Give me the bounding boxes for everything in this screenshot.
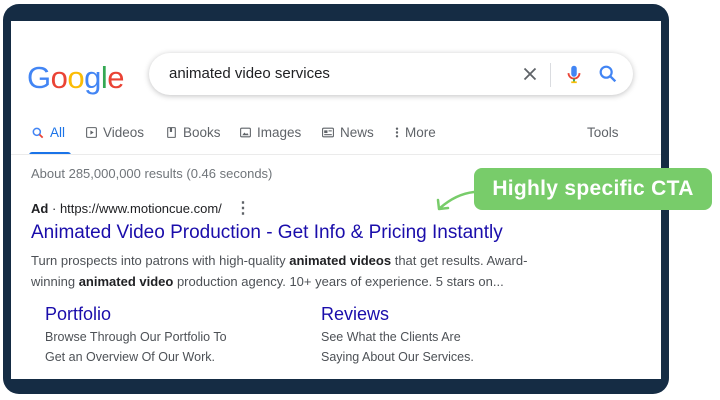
tab-tools[interactable]: Tools bbox=[587, 125, 619, 140]
ad-header: Ad · https://www.motioncue.com/ bbox=[31, 201, 222, 216]
tabs-divider bbox=[11, 154, 661, 155]
play-icon bbox=[86, 127, 97, 138]
sitelink-desc-line: Browse Through Our Portfolio To bbox=[45, 330, 227, 344]
tab-books[interactable]: Books bbox=[165, 125, 221, 140]
sitelink-desc-line: See What the Clients Are bbox=[321, 330, 461, 344]
logo-letter: o bbox=[50, 60, 68, 95]
sitelink-portfolio[interactable]: Portfolio bbox=[45, 304, 111, 325]
book-icon bbox=[167, 127, 176, 138]
tab-label: All bbox=[50, 125, 66, 140]
logo-letter: o bbox=[67, 60, 85, 95]
ad-separator: · bbox=[51, 201, 57, 216]
close-icon[interactable] bbox=[519, 63, 541, 85]
result-stats: About 285,000,000 results (0.46 seconds) bbox=[31, 166, 273, 181]
ad-title-link[interactable]: Animated Video Production - Get Info & P… bbox=[31, 222, 503, 244]
tab-all[interactable]: All bbox=[31, 125, 65, 140]
mic-icon[interactable] bbox=[563, 63, 585, 85]
tab-label: News bbox=[340, 125, 374, 140]
logo-letter: e bbox=[107, 60, 125, 95]
google-logo[interactable]: Google bbox=[27, 60, 125, 96]
desc-keyword: animated videos bbox=[289, 253, 392, 268]
logo-letter: g bbox=[84, 60, 101, 95]
tab-label: More bbox=[405, 125, 436, 140]
tab-label: Tools bbox=[587, 125, 619, 140]
search-input[interactable]: animated video services bbox=[169, 65, 330, 82]
sitelink-reviews-desc: See What the Clients Are Saying About Ou… bbox=[321, 327, 541, 367]
tab-label: Videos bbox=[103, 125, 145, 140]
logo-letter: G bbox=[27, 60, 51, 95]
tab-label: Books bbox=[183, 125, 221, 140]
callout-arrow-icon bbox=[436, 190, 476, 211]
tab-news[interactable]: News bbox=[321, 125, 374, 140]
tab-videos[interactable]: Videos bbox=[85, 125, 144, 140]
desc-keyword: animated video bbox=[78, 274, 174, 289]
ad-description: Turn prospects into patrons with high-qu… bbox=[31, 250, 571, 292]
ad-badge: Ad bbox=[31, 201, 49, 216]
sitelink-desc-line: Saying About Our Services. bbox=[321, 350, 474, 364]
news-icon bbox=[322, 127, 334, 138]
sitelink-reviews[interactable]: Reviews bbox=[321, 304, 389, 325]
desc-text: production agency. 10+ years of experien… bbox=[173, 274, 504, 289]
sitelink-portfolio-desc: Browse Through Our Portfolio To Get an O… bbox=[45, 327, 265, 367]
cta-callout-label: Highly specific CTA bbox=[474, 168, 712, 210]
search-box[interactable]: animated video services bbox=[149, 53, 633, 95]
tab-more[interactable]: More bbox=[394, 125, 436, 140]
ad-url[interactable]: https://www.motioncue.com/ bbox=[60, 201, 222, 216]
search-divider bbox=[550, 63, 551, 87]
tab-images[interactable]: Images bbox=[239, 125, 301, 140]
search-icon bbox=[32, 127, 44, 138]
desc-text: Turn prospects into patrons with high-qu… bbox=[31, 253, 290, 268]
search-icon[interactable] bbox=[597, 63, 619, 85]
search-tabs: All Videos Books Images News More Tools bbox=[11, 121, 661, 155]
sitelink-desc-line: Get an Overview Of Our Work. bbox=[45, 350, 215, 364]
image-icon bbox=[240, 127, 251, 138]
vertical-dots-icon bbox=[395, 127, 399, 138]
more-options-icon[interactable]: ⋮ bbox=[235, 198, 251, 218]
tab-label: Images bbox=[257, 125, 302, 140]
